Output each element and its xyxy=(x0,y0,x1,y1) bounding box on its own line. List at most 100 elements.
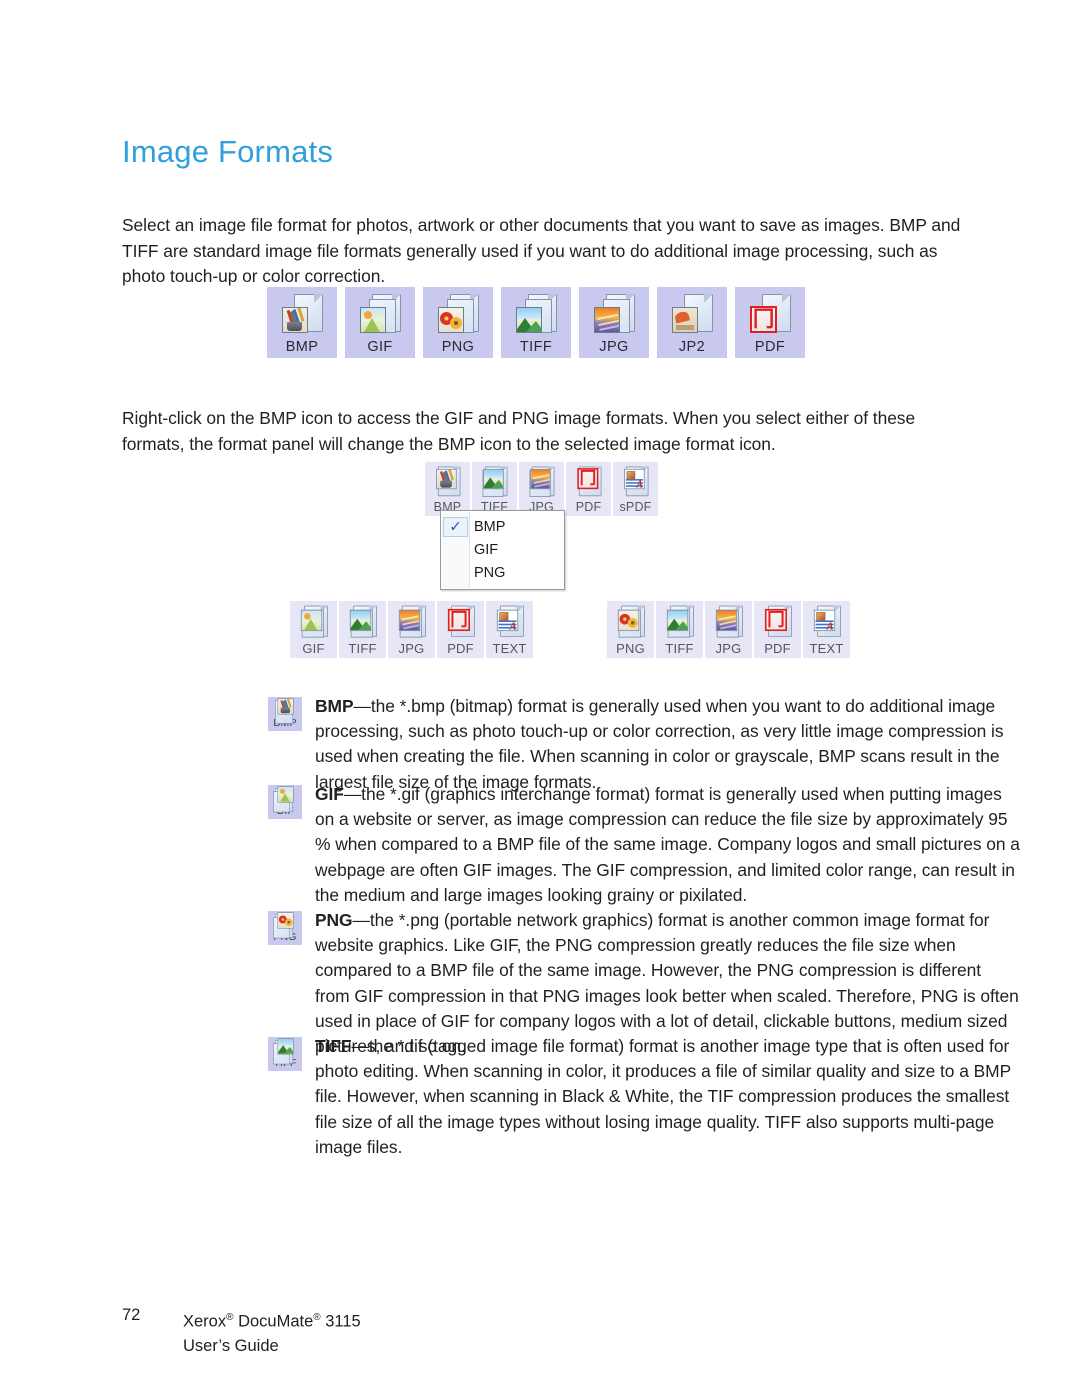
intro-paragraph: Select an image file format for photos, … xyxy=(122,215,961,287)
format-label: GIF xyxy=(367,339,393,355)
context-menu-item-bmp[interactable]: ✓ BMP xyxy=(441,515,564,538)
tiff-format-icon xyxy=(665,604,695,638)
pdf-format-icon: 冂 xyxy=(575,465,602,497)
spdf-format-icon: A xyxy=(622,465,649,497)
format-label: PNG xyxy=(616,641,645,656)
jp2-format-icon xyxy=(670,292,714,336)
format-label: PDF xyxy=(764,641,791,656)
tiff-format-icon xyxy=(514,292,558,336)
format-cell-tiff[interactable]: TIFF xyxy=(501,287,571,358)
format-label: GIF xyxy=(302,641,325,656)
format-label: TEXT xyxy=(809,641,844,656)
bmp-format-icon xyxy=(275,698,294,724)
description-term: GIF xyxy=(315,784,344,804)
panel-cell-text[interactable]: A TEXT xyxy=(486,601,533,658)
result-panels: GIF TIFF JPG 冂 PDF A TEXT PNG TIFF JPG 冂… xyxy=(290,601,850,658)
pdf-format-icon: 冂 xyxy=(446,604,476,637)
footer-page-number: 72 xyxy=(122,1306,141,1324)
format-label: TIFF xyxy=(348,641,377,656)
format-label: JPG xyxy=(599,339,629,355)
format-label: sPDF xyxy=(619,500,652,514)
jpg-format-icon xyxy=(592,292,636,336)
context-menu-item-png[interactable]: PNG xyxy=(441,561,564,584)
format-label: TEXT xyxy=(492,641,527,656)
menu-item-label: GIF xyxy=(474,541,499,558)
description-body: —the *.tif (tagged image file format) fo… xyxy=(315,1036,1011,1157)
tiff-format-icon xyxy=(348,604,378,638)
format-label: PDF xyxy=(575,500,602,514)
format-cell-jp2[interactable]: JP2 xyxy=(657,287,727,358)
jpg-format-icon xyxy=(397,604,427,638)
format-label: BMP xyxy=(285,339,319,355)
format-label: JP2 xyxy=(678,339,706,355)
footer-model-mid: DocuMate xyxy=(233,1312,314,1331)
tiff-format-icon xyxy=(273,1038,294,1065)
format-label: JPG xyxy=(715,641,742,656)
description-term: PNG xyxy=(315,910,353,930)
gif-format-icon xyxy=(358,292,402,336)
panel-cell-spdf[interactable]: A sPDF xyxy=(613,462,658,516)
bmp-format-icon xyxy=(434,465,461,497)
gif-selected-panel: GIF TIFF JPG 冂 PDF A TEXT xyxy=(290,601,533,658)
footer-model-number: 3115 xyxy=(320,1312,361,1331)
context-menu-item-gif[interactable]: GIF xyxy=(441,538,564,561)
document-page: Image Formats Select an image file forma… xyxy=(0,0,1080,1397)
description-text: BMP—the *.bmp (bitmap) format is general… xyxy=(315,694,1020,795)
panel-cell-pdf[interactable]: 冂 PDF xyxy=(754,601,801,658)
menu-item-label: BMP xyxy=(474,518,506,535)
description-body: —the *.gif (graphics interchange format)… xyxy=(315,784,1020,905)
description-text: GIF—the *.gif (graphics interchange form… xyxy=(315,782,1020,908)
format-cell-bmp[interactable]: BMP xyxy=(267,287,337,358)
panel-cell-jpg[interactable]: JPG xyxy=(705,601,752,658)
panel-cell-text[interactable]: A TEXT xyxy=(803,601,850,658)
panel-cell-bmp[interactable]: BMP xyxy=(425,462,470,516)
format-cell-jpg[interactable]: JPG xyxy=(579,287,649,358)
png-thumb-icon-tile: PNG xyxy=(268,911,302,945)
panel-cell-jpg[interactable]: JPG xyxy=(388,601,435,658)
description-term: TIFF xyxy=(315,1036,352,1056)
panel-cell-gif[interactable]: GIF xyxy=(290,601,337,658)
format-context-menu[interactable]: ✓ BMP GIF PNG xyxy=(440,510,565,590)
bmp-format-icon xyxy=(280,292,324,336)
panel-cell-tiff[interactable]: TIFF xyxy=(339,601,386,658)
format-label: PNG xyxy=(441,339,475,355)
gif-format-icon xyxy=(299,604,329,638)
panel-cell-jpg[interactable]: JPG xyxy=(519,462,564,516)
footer-product-line: Xerox® DocuMate® 3115 xyxy=(183,1306,361,1334)
panel-cell-pdf[interactable]: 冂 PDF xyxy=(566,462,611,516)
pdf-format-icon: 冂 xyxy=(763,604,793,637)
pdf-format-icon: 冂 xyxy=(748,292,792,336)
bmp-thumb-icon-tile: BMP xyxy=(268,697,302,731)
format-label: TIFF xyxy=(519,339,553,355)
jpg-format-icon xyxy=(528,465,555,497)
footer-guide-line: User’s Guide xyxy=(183,1336,279,1355)
jpg-format-icon xyxy=(714,604,744,638)
format-panel-row: BMP TIFF JPG 冂 PDF A sPDF xyxy=(425,462,658,516)
gif-format-icon xyxy=(273,786,294,813)
format-cell-gif[interactable]: GIF xyxy=(345,287,415,358)
format-label: JPG xyxy=(398,641,425,656)
text-format-icon: A xyxy=(812,604,842,637)
png-format-icon xyxy=(616,604,646,638)
png-selected-panel: PNG TIFF JPG 冂 PDF A TEXT xyxy=(607,601,850,658)
panel-cell-pdf[interactable]: 冂 PDF xyxy=(437,601,484,658)
format-label: TIFF xyxy=(665,641,694,656)
footer-product-info: Xerox® DocuMate® 3115 User’s Guide xyxy=(183,1306,361,1358)
tiff-format-icon xyxy=(481,465,508,497)
checkmark-icon: ✓ xyxy=(443,517,468,537)
format-cell-pdf[interactable]: 冂 PDF xyxy=(735,287,805,358)
description-term: BMP xyxy=(315,696,354,716)
format-cell-png[interactable]: PNG xyxy=(423,287,493,358)
context-menu-illustration: BMP TIFF JPG 冂 PDF A sPDF ✓ BMP GIF PNG xyxy=(425,462,658,590)
footer-brand: Xerox xyxy=(183,1312,227,1331)
tiff-thumb-icon-tile: TIFF xyxy=(268,1037,302,1071)
png-format-icon xyxy=(436,292,480,336)
registered-mark-icon: ® xyxy=(313,1312,321,1323)
panel-cell-tiff[interactable]: TIFF xyxy=(656,601,703,658)
format-icon-strip-top: BMP GIF PNG TIFF JPG JP2 冂 PDF xyxy=(267,287,805,358)
panel-cell-png[interactable]: PNG xyxy=(607,601,654,658)
panel-cell-tiff[interactable]: TIFF xyxy=(472,462,517,516)
description-text: TIFF—the *.tif (tagged image file format… xyxy=(315,1034,1020,1160)
page-title: Image Formats xyxy=(122,133,334,169)
format-label: PDF xyxy=(447,641,474,656)
